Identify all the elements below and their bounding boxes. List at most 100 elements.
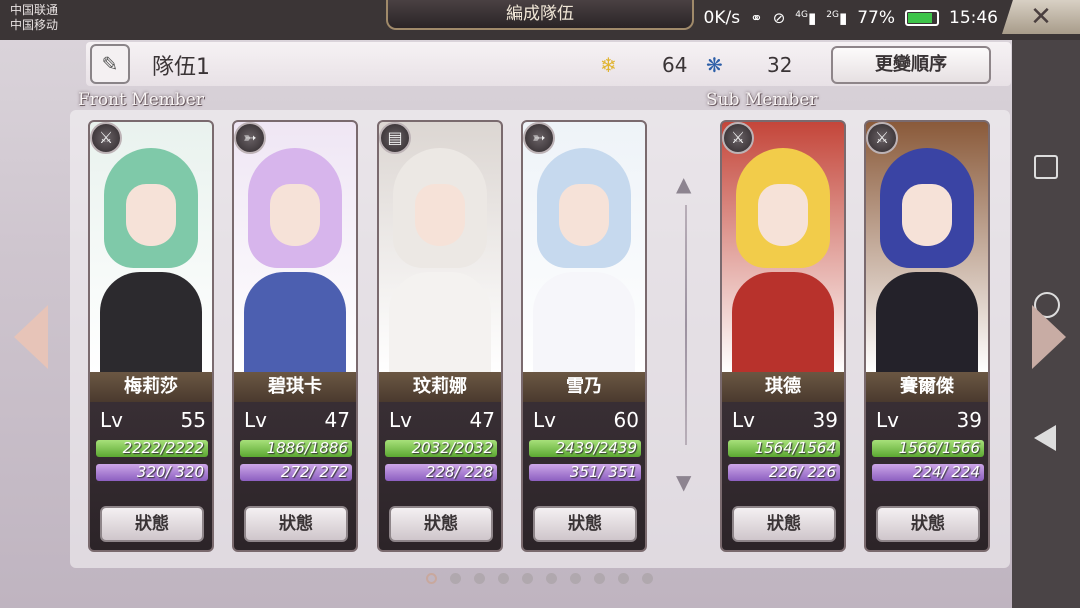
level-value: 47 xyxy=(324,408,350,432)
clock: 15:46 xyxy=(949,8,998,28)
member-separator xyxy=(685,205,687,445)
level-label: Lv xyxy=(100,408,123,432)
hp-value: 2439/2439 xyxy=(555,439,637,457)
hp-value: 2032/2032 xyxy=(411,439,493,457)
swap-up-icon: ▲ xyxy=(676,172,692,196)
signal-icon: 4G▮ xyxy=(795,9,817,27)
level-value: 47 xyxy=(469,408,495,432)
sp-bar: 351/ 351 xyxy=(529,464,641,481)
close-button[interactable]: ✕ xyxy=(1002,0,1080,34)
member-name: 雪乃 xyxy=(523,372,645,402)
member-card[interactable]: ▤ 玟莉娜 Lv 47 2032/2032 228/ 228 狀態 xyxy=(377,120,503,552)
mute-icon: ⊘ xyxy=(772,9,786,27)
character-portrait[interactable] xyxy=(379,122,501,372)
hp-bar: 2439/2439 xyxy=(529,440,641,457)
sp-bar: 272/ 272 xyxy=(240,464,352,481)
battery-percent: 77% xyxy=(857,8,895,28)
back-icon[interactable] xyxy=(1034,425,1056,451)
character-portrait[interactable] xyxy=(866,122,988,372)
team-name: 隊伍1 xyxy=(152,55,210,80)
hp-bar: 1886/1886 xyxy=(240,440,352,457)
level-row: Lv 39 xyxy=(730,406,840,434)
hp-value: 2222/2222 xyxy=(122,439,204,457)
member-card[interactable]: ⚔ 賽爾傑 Lv 39 1566/1566 224/ 224 狀態 xyxy=(864,120,990,552)
member-name: 琪德 xyxy=(722,372,844,402)
hp-value: 1566/1566 xyxy=(898,439,980,457)
status-button[interactable]: 狀態 xyxy=(876,506,980,542)
page-dot[interactable] xyxy=(426,573,437,584)
page-dot[interactable] xyxy=(522,573,533,584)
member-card[interactable]: ➳ 碧琪卡 Lv 47 1886/1886 272/ 272 狀態 xyxy=(232,120,358,552)
page-dot[interactable] xyxy=(570,573,581,584)
reorder-button[interactable]: 更變順序 xyxy=(831,46,991,84)
status-icons: 0K/s ⚭ ⊘ 4G▮ 2G▮ 77% 15:46 xyxy=(704,8,998,28)
carrier-info: 中国联通 中国移动 xyxy=(10,3,58,33)
swirl-icon: ❋ xyxy=(706,53,723,77)
level-row: Lv 47 xyxy=(242,406,352,434)
status-button[interactable]: 狀態 xyxy=(100,506,204,542)
close-icon: ✕ xyxy=(1030,2,1052,32)
network-speed: 0K/s xyxy=(703,8,741,28)
page-dot[interactable] xyxy=(642,573,653,584)
headphones-icon: ⚭ xyxy=(750,9,763,27)
member-name: 碧琪卡 xyxy=(234,372,356,402)
level-label: Lv xyxy=(876,408,899,432)
status-button[interactable]: 狀態 xyxy=(732,506,836,542)
swap-down-icon: ▼ xyxy=(676,470,692,494)
page-dot[interactable] xyxy=(498,573,509,584)
level-row: Lv 60 xyxy=(531,406,641,434)
recent-apps-icon[interactable] xyxy=(1034,155,1058,179)
status-button[interactable]: 狀態 xyxy=(389,506,493,542)
resource-1-value: 64 xyxy=(662,53,688,77)
sp-value: 351/ 351 xyxy=(569,463,637,481)
member-name: 賽爾傑 xyxy=(866,372,988,402)
sp-bar: 228/ 228 xyxy=(385,464,497,481)
sp-value: 226/ 226 xyxy=(768,463,836,481)
member-card[interactable]: ⚔ 梅莉莎 Lv 55 2222/2222 320/ 320 狀態 xyxy=(88,120,214,552)
status-button[interactable]: 狀態 xyxy=(533,506,637,542)
screen-title: 編成隊伍 xyxy=(386,0,694,30)
character-portrait[interactable] xyxy=(722,122,844,372)
hp-value: 1564/1564 xyxy=(754,439,836,457)
member-card[interactable]: ⚔ 琪德 Lv 39 1564/1564 226/ 226 狀態 xyxy=(720,120,846,552)
next-page-arrow[interactable] xyxy=(1032,305,1066,369)
character-portrait[interactable] xyxy=(523,122,645,372)
prev-page-arrow[interactable] xyxy=(14,305,48,369)
book-icon: ▤ xyxy=(379,122,411,154)
carrier-1: 中国联通 xyxy=(10,3,59,17)
bow-icon: ➳ xyxy=(234,122,266,154)
page-dot[interactable] xyxy=(450,573,461,584)
member-name: 梅莉莎 xyxy=(90,372,212,402)
level-label: Lv xyxy=(244,408,267,432)
sp-value: 272/ 272 xyxy=(280,463,348,481)
sword-icon: ⚔ xyxy=(866,122,898,154)
carrier-2: 中国移动 xyxy=(10,18,59,32)
page-dot[interactable] xyxy=(618,573,629,584)
page-dot[interactable] xyxy=(546,573,557,584)
sp-bar: 226/ 226 xyxy=(728,464,840,481)
level-row: Lv 47 xyxy=(387,406,497,434)
sp-bar: 224/ 224 xyxy=(872,464,984,481)
level-value: 39 xyxy=(956,408,982,432)
sword-icon: ⚔ xyxy=(722,122,754,154)
battery-icon xyxy=(905,10,939,26)
page-dot[interactable] xyxy=(594,573,605,584)
page-dot[interactable] xyxy=(474,573,485,584)
member-card[interactable]: ➳ 雪乃 Lv 60 2439/2439 351/ 351 狀態 xyxy=(521,120,647,552)
level-label: Lv xyxy=(533,408,556,432)
resource-2-value: 32 xyxy=(767,53,793,77)
sp-value: 224/ 224 xyxy=(912,463,980,481)
hp-bar: 2222/2222 xyxy=(96,440,208,457)
character-portrait[interactable] xyxy=(234,122,356,372)
character-portrait[interactable] xyxy=(90,122,212,372)
bow-icon: ➳ xyxy=(523,122,555,154)
status-button[interactable]: 狀態 xyxy=(244,506,348,542)
level-label: Lv xyxy=(389,408,412,432)
level-label: Lv xyxy=(732,408,755,432)
front-member-label: Front Member xyxy=(78,90,204,110)
hp-value: 1886/1886 xyxy=(266,439,348,457)
edit-team-name-button[interactable]: ✎ xyxy=(90,44,130,84)
signal-icon: 2G▮ xyxy=(826,9,848,27)
level-value: 60 xyxy=(613,408,639,432)
hp-bar: 1564/1564 xyxy=(728,440,840,457)
